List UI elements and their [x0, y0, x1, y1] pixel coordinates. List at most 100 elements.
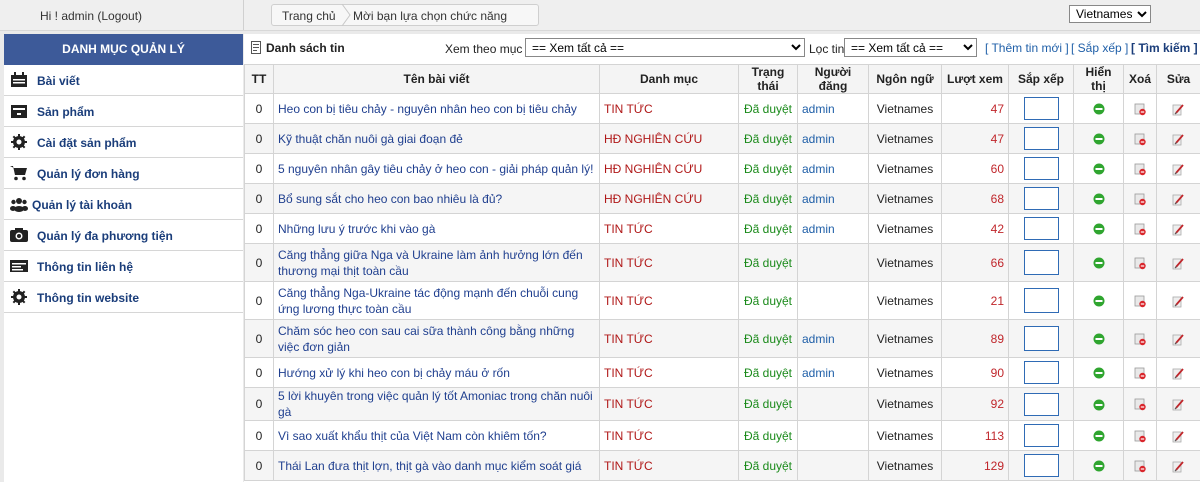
sort-link[interactable]: [ Sắp xếp ] — [1071, 41, 1128, 55]
sort-order-input[interactable] — [1023, 157, 1059, 180]
sort-order-input[interactable] — [1023, 454, 1059, 477]
cell-author[interactable]: admin — [797, 123, 869, 154]
edit-icon[interactable] — [1172, 295, 1185, 308]
sort-order-input[interactable] — [1023, 288, 1059, 313]
sidebar-item-orders[interactable]: Quản lý đơn hàng — [4, 158, 243, 189]
cell-status[interactable]: Đã duyệt — [738, 183, 798, 214]
cell-title-link[interactable]: Căng thẳng Nga-Ukraine tác động mạnh đến… — [273, 281, 600, 320]
visible-check-icon[interactable] — [1093, 460, 1105, 472]
cell-status[interactable]: Đã duyệt — [738, 213, 798, 244]
delete-icon[interactable] — [1134, 430, 1147, 443]
greeting[interactable]: Hi ! admin (Logout) — [40, 9, 142, 23]
cell-status[interactable]: Đã duyệt — [738, 281, 798, 320]
cell-title-link[interactable]: Kỹ thuật chăn nuôi gà giai đoạn đẻ — [273, 123, 600, 154]
sidebar-item-contact[interactable]: Thông tin liên hệ — [4, 251, 243, 282]
sort-order-input[interactable] — [1023, 361, 1059, 384]
cell-author[interactable] — [797, 281, 869, 320]
cell-author[interactable]: admin — [797, 93, 869, 124]
cell-status[interactable]: Đã duyệt — [738, 243, 798, 282]
edit-icon[interactable] — [1172, 257, 1185, 270]
sidebar-item-product-settings[interactable]: Cài đặt sản phẩm — [4, 127, 243, 158]
visible-check-icon[interactable] — [1093, 295, 1105, 307]
cell-title-link[interactable]: Chăm sóc heo con sau cai sữa thành công … — [273, 319, 600, 358]
cell-title-link[interactable]: Căng thẳng giữa Nga và Ukraine làm ảnh h… — [273, 243, 600, 282]
delete-icon[interactable] — [1134, 133, 1147, 146]
visible-check-icon[interactable] — [1093, 223, 1105, 235]
cell-author[interactable]: admin — [797, 153, 869, 184]
delete-icon[interactable] — [1134, 333, 1147, 346]
edit-icon[interactable] — [1172, 430, 1185, 443]
delete-icon[interactable] — [1134, 257, 1147, 270]
visible-check-icon[interactable] — [1093, 333, 1105, 345]
visible-check-icon[interactable] — [1093, 163, 1105, 175]
visible-check-icon[interactable] — [1093, 399, 1105, 411]
sort-order-input[interactable] — [1023, 97, 1059, 120]
visible-check-icon[interactable] — [1093, 367, 1105, 379]
language-select[interactable]: Vietnames — [1069, 5, 1151, 23]
cell-author[interactable]: admin — [797, 183, 869, 214]
sort-order-input[interactable] — [1023, 424, 1059, 447]
cell-status[interactable]: Đã duyệt — [738, 123, 798, 154]
cell-author[interactable] — [797, 243, 869, 282]
visible-check-icon[interactable] — [1093, 133, 1105, 145]
cell-author[interactable] — [797, 387, 869, 421]
cell-title-link[interactable]: 5 lời khuyên trong việc quản lý tốt Amon… — [273, 387, 600, 421]
sort-order-input[interactable] — [1023, 250, 1059, 275]
sidebar-item-media[interactable]: Quản lý đa phương tiện — [4, 220, 243, 251]
sidebar-item-articles[interactable]: Bài viết — [4, 65, 243, 96]
sidebar-item-accounts[interactable]: Quản lý tài khoản — [4, 189, 243, 220]
cell-title-link[interactable]: Vì sao xuất khẩu thịt của Việt Nam còn k… — [273, 420, 600, 451]
cell-status[interactable]: Đã duyệt — [738, 387, 798, 421]
cell-status[interactable]: Đã duyệt — [738, 319, 798, 358]
search-link[interactable]: [ Tìm kiếm ] — [1131, 41, 1198, 55]
breadcrumb-home-link[interactable]: Trang chủ — [282, 9, 336, 23]
cell-status[interactable]: Đã duyệt — [738, 93, 798, 124]
cell-status[interactable]: Đã duyệt — [738, 420, 798, 451]
delete-icon[interactable] — [1134, 103, 1147, 116]
sort-order-input[interactable] — [1023, 392, 1059, 416]
add-news-link[interactable]: [ Thêm tin mới ] — [985, 41, 1069, 55]
sort-order-input[interactable] — [1023, 326, 1059, 351]
cell-title-link[interactable]: Những lưu ý trước khi vào gà — [273, 213, 600, 244]
cell-title-link[interactable]: Hướng xử lý khi heo con bị chảy máu ở rố… — [273, 357, 600, 388]
cell-title-link[interactable]: 5 nguyên nhân gây tiêu chảy ở heo con - … — [273, 153, 600, 184]
visible-check-icon[interactable] — [1093, 430, 1105, 442]
edit-icon[interactable] — [1172, 163, 1185, 176]
sidebar-item-website-info[interactable]: Thông tin website — [4, 282, 243, 313]
visible-check-icon[interactable] — [1093, 103, 1105, 115]
visible-check-icon[interactable] — [1093, 257, 1105, 269]
cell-author[interactable]: admin — [797, 213, 869, 244]
sidebar-item-products[interactable]: Sản phẩm — [4, 96, 243, 127]
sort-order-input[interactable] — [1023, 127, 1059, 150]
sort-order-input[interactable] — [1023, 187, 1059, 210]
cell-author[interactable]: admin — [797, 357, 869, 388]
cell-title-link[interactable]: Heo con bị tiêu chảy - nguyên nhân heo c… — [273, 93, 600, 124]
delete-icon[interactable] — [1134, 367, 1147, 380]
delete-icon[interactable] — [1134, 460, 1147, 473]
delete-icon[interactable] — [1134, 193, 1147, 206]
cell-author[interactable] — [797, 420, 869, 451]
delete-icon[interactable] — [1134, 163, 1147, 176]
edit-icon[interactable] — [1172, 333, 1185, 346]
filter-category-select[interactable]: == Xem tất cả == — [525, 38, 805, 57]
cell-status[interactable]: Đã duyệt — [738, 450, 798, 481]
delete-icon[interactable] — [1134, 295, 1147, 308]
cell-author[interactable] — [797, 450, 869, 481]
delete-icon[interactable] — [1134, 223, 1147, 236]
delete-icon[interactable] — [1134, 398, 1147, 411]
edit-icon[interactable] — [1172, 193, 1185, 206]
visible-check-icon[interactable] — [1093, 193, 1105, 205]
sort-order-input[interactable] — [1023, 217, 1059, 240]
edit-icon[interactable] — [1172, 103, 1185, 116]
edit-icon[interactable] — [1172, 460, 1185, 473]
cell-author[interactable]: admin — [797, 319, 869, 358]
edit-icon[interactable] — [1172, 223, 1185, 236]
edit-icon[interactable] — [1172, 133, 1185, 146]
cell-title-link[interactable]: Bổ sung sắt cho heo con bao nhiêu là đủ? — [273, 183, 600, 214]
cell-title-link[interactable]: Thái Lan đưa thịt lợn, thịt gà vào danh … — [273, 450, 600, 481]
cell-status[interactable]: Đã duyệt — [738, 153, 798, 184]
cell-status[interactable]: Đã duyệt — [738, 357, 798, 388]
edit-icon[interactable] — [1172, 398, 1185, 411]
filter-news-select[interactable]: == Xem tất cả == — [844, 38, 977, 57]
edit-icon[interactable] — [1172, 367, 1185, 380]
